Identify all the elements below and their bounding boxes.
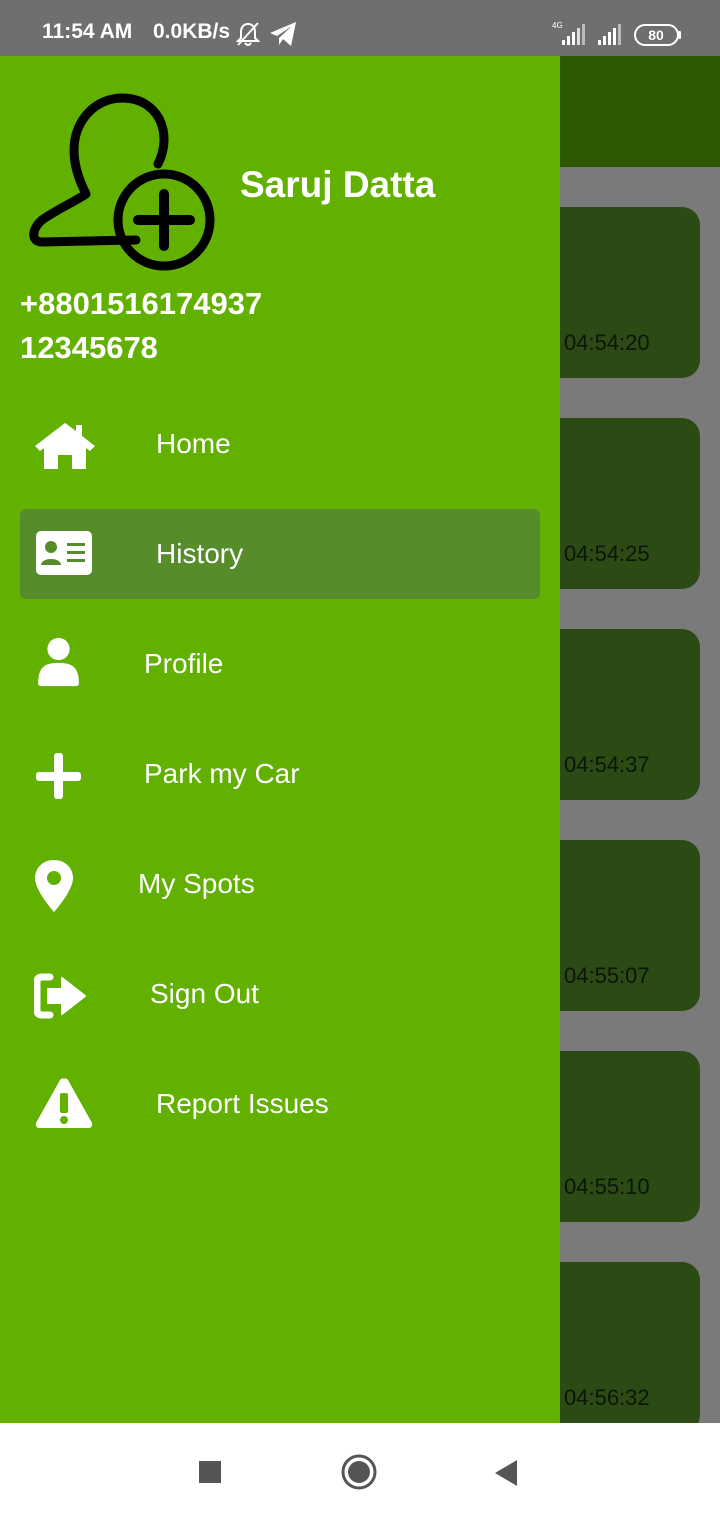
status-bar: 11:54 AM 0.0KB/s 4G 80 — [0, 0, 720, 56]
network-type-label: 4G — [552, 21, 563, 30]
history-card-time: 04:55:10 — [564, 1174, 650, 1199]
add-user-avatar-icon[interactable] — [24, 90, 224, 280]
user-id: 12345678 — [20, 330, 158, 365]
telegram-icon — [270, 22, 296, 46]
user-phone: +8801516174937 — [20, 286, 263, 321]
status-time: 11:54 AM — [42, 20, 133, 43]
navigation-drawer: Saruj Datta +8801516174937 12345678 Home… — [0, 56, 560, 1423]
menu-item-label: Park my Car — [144, 758, 300, 789]
menu-item-label: Report Issues — [156, 1088, 329, 1119]
history-card-time: 04:54:20 — [564, 330, 650, 355]
menu-item-report-issues[interactable]: Report Issues — [20, 1059, 540, 1149]
plus-icon — [36, 753, 81, 799]
history-card-time: 04:54:25 — [564, 541, 650, 566]
status-network-speed: 0.0KB/s — [153, 20, 231, 43]
home-button[interactable] — [341, 1454, 377, 1490]
back-button[interactable] — [494, 1459, 518, 1487]
history-card-time: 04:56:32 — [564, 1385, 650, 1410]
menu-item-sign-out[interactable]: Sign Out — [20, 949, 540, 1039]
menu-item-label: Profile — [144, 648, 224, 679]
user-icon — [38, 637, 79, 687]
home-icon — [35, 423, 95, 469]
warning-icon — [35, 1078, 93, 1128]
menu-item-park-my-car[interactable]: Park my Car — [20, 729, 540, 819]
battery-level: 80 — [648, 27, 664, 43]
system-navigation-bar — [0, 1423, 720, 1520]
recent-apps-button[interactable] — [199, 1461, 221, 1483]
menu-item-home[interactable]: Home — [20, 399, 540, 489]
menu-item-label: Home — [156, 428, 231, 459]
menu-item-profile[interactable]: Profile — [20, 619, 540, 709]
sign-out-icon — [34, 973, 86, 1019]
history-card-time: 04:55:07 — [564, 963, 650, 988]
menu-item-label: History — [156, 538, 244, 569]
id-card-icon — [36, 531, 92, 575]
map-pin-icon — [35, 860, 73, 912]
notifications-muted-icon — [235, 22, 261, 46]
user-name: Saruj Datta — [240, 164, 436, 205]
menu-item-my-spots[interactable]: My Spots — [20, 839, 540, 929]
menu-item-history[interactable]: History — [20, 509, 540, 599]
menu-item-label: My Spots — [138, 868, 255, 899]
history-card-time: 04:54:37 — [564, 752, 650, 777]
battery-icon: 80 — [634, 24, 681, 46]
signal-strength-icon: 4G — [552, 21, 621, 45]
menu-item-label: Sign Out — [150, 978, 259, 1009]
